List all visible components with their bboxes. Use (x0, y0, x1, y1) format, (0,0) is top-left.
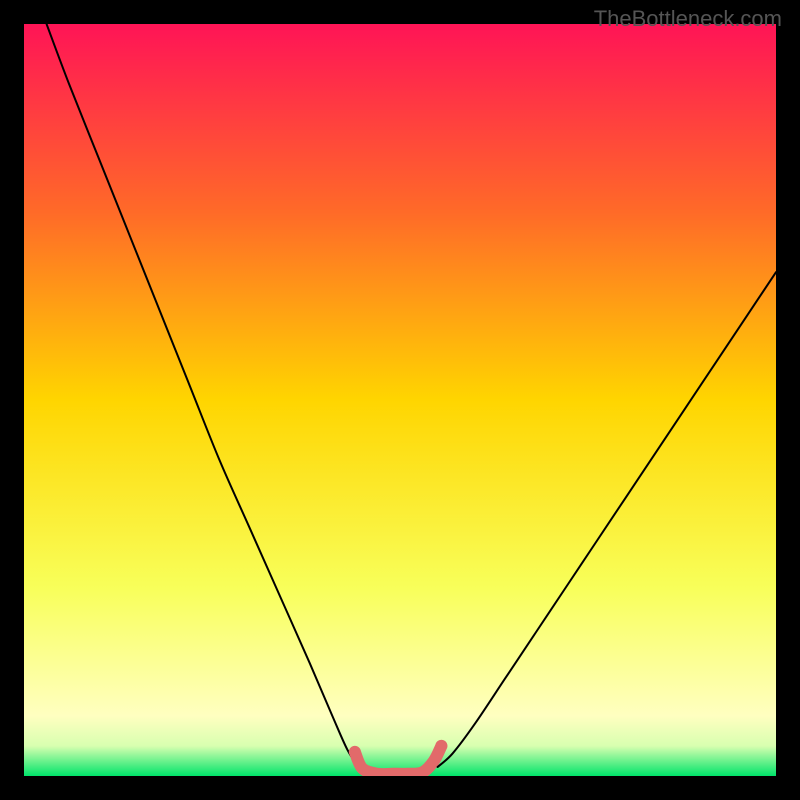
watermark-text: TheBottleneck.com (594, 6, 782, 32)
bottleneck-chart (24, 24, 776, 776)
series-flat-valley-endpoint (349, 746, 361, 758)
chart-background (24, 24, 776, 776)
series-flat-valley-endpoint (435, 740, 447, 752)
